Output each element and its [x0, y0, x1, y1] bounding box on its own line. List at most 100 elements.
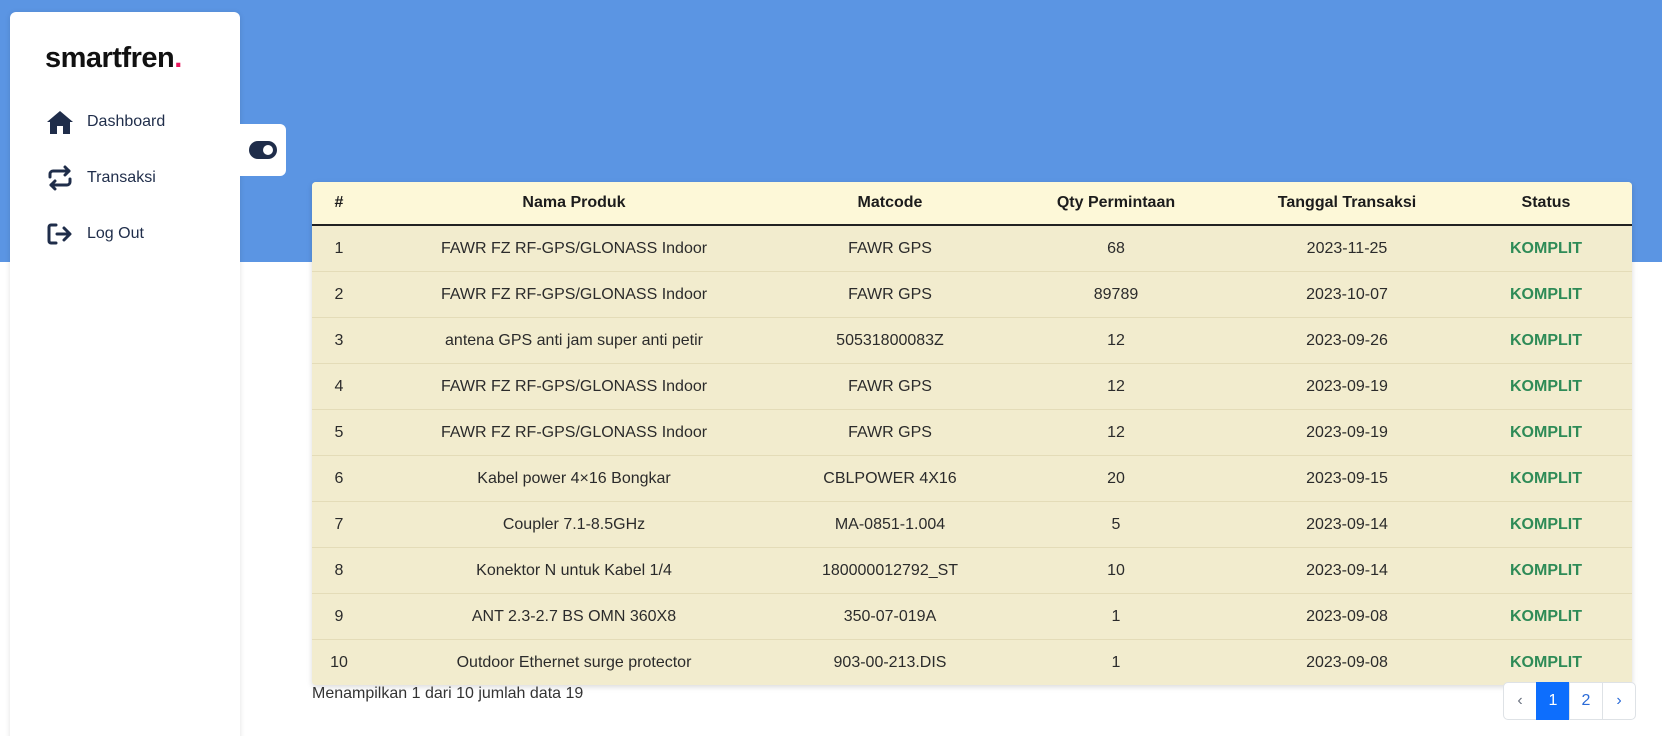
cell-matcode: CBLPOWER 4X16: [782, 455, 998, 502]
cell-number: 7: [312, 501, 366, 548]
cell-nama-produk: FAWR FZ RF-GPS/GLONASS Indoor: [366, 409, 782, 456]
table-row: 7 Coupler 7.1-8.5GHz MA-0851-1.004 5 202…: [312, 501, 1632, 548]
cell-nama-produk: Coupler 7.1-8.5GHz: [366, 501, 782, 548]
pagination-summary: Menampilkan 1 dari 10 jumlah data 19: [312, 685, 584, 702]
table-row: 8 Konektor N untuk Kabel 1/4 18000001279…: [312, 547, 1632, 594]
table-row: 6 Kabel power 4×16 Bongkar CBLPOWER 4X16…: [312, 455, 1632, 502]
cell-number: 2: [312, 271, 366, 318]
cell-status: KOMPLIT: [1460, 593, 1632, 640]
cell-matcode: 180000012792_ST: [782, 547, 998, 594]
cell-qty: 89789: [998, 271, 1234, 318]
pagination-next-button[interactable]: ›: [1602, 682, 1636, 720]
cell-nama-produk: FAWR FZ RF-GPS/GLONASS Indoor: [366, 363, 782, 410]
transactions-table-container: # Nama Produk Matcode Qty Permintaan Tan…: [312, 182, 1632, 685]
cell-qty: 12: [998, 363, 1234, 410]
column-header-nama-produk: Nama Produk: [366, 182, 782, 226]
pagination-page-1[interactable]: 1: [1536, 682, 1570, 720]
table-header-row: # Nama Produk Matcode Qty Permintaan Tan…: [312, 182, 1632, 226]
cell-tanggal: 2023-09-14: [1234, 501, 1460, 548]
cell-tanggal: 2023-11-25: [1234, 225, 1460, 272]
cell-tanggal: 2023-10-07: [1234, 271, 1460, 318]
cell-status: KOMPLIT: [1460, 225, 1632, 272]
pagination-page-2[interactable]: 2: [1569, 682, 1603, 720]
cell-qty: 1: [1111, 653, 1121, 671]
table-row: 3 antena GPS anti jam super anti petir 5…: [312, 317, 1632, 364]
cell-tanggal: 2023-09-15: [1234, 455, 1460, 502]
cell-tanggal: 2023-09-08: [1306, 653, 1388, 671]
column-header-matcode: Matcode: [782, 182, 998, 226]
sidebar-item-logout[interactable]: Log Out: [45, 216, 144, 252]
swap-icon: [45, 163, 75, 193]
cell-qty: 12: [998, 409, 1234, 456]
cell-number: 1: [312, 225, 366, 272]
pagination: ‹ 1 2 ›: [1503, 682, 1636, 720]
cell-matcode: FAWR GPS: [782, 363, 998, 410]
table-row: 10 Outdoor Ethernet surge protector 903-…: [312, 640, 1632, 686]
cell-qty: 1: [998, 593, 1234, 640]
sidebar-toggle[interactable]: [240, 124, 286, 176]
cell-tanggal: 2023-09-08: [1234, 593, 1460, 640]
cell-status: KOMPLIT: [1460, 547, 1632, 594]
table-row: 1 FAWR FZ RF-GPS/GLONASS Indoor FAWR GPS…: [312, 225, 1632, 272]
cell-status: KOMPLIT: [1510, 653, 1582, 671]
sidebar-item-label: Dashboard: [87, 113, 166, 130]
cell-nama-produk: FAWR FZ RF-GPS/GLONASS Indoor: [366, 225, 782, 272]
brand-name: smartfren: [45, 42, 175, 74]
cell-nama-produk: Konektor N untuk Kabel 1/4: [366, 547, 782, 594]
sidebar-item-dashboard[interactable]: Dashboard: [45, 104, 165, 140]
cell-qty: 12: [998, 317, 1234, 364]
column-header-number: #: [312, 182, 366, 226]
cell-number: 10: [330, 653, 348, 671]
home-icon: [45, 107, 75, 137]
cell-tanggal: 2023-09-19: [1234, 363, 1460, 410]
cell-matcode: MA-0851-1.004: [782, 501, 998, 548]
table-row: 4 FAWR FZ RF-GPS/GLONASS Indoor FAWR GPS…: [312, 363, 1632, 410]
toggle-icon: [249, 141, 277, 159]
cell-nama-produk: Kabel power 4×16 Bongkar: [366, 455, 782, 502]
cell-status: KOMPLIT: [1460, 501, 1632, 548]
cell-nama-produk: ANT 2.3-2.7 BS OMN 360X8: [366, 593, 782, 640]
cell-number: 8: [312, 547, 366, 594]
cell-nama-produk: Outdoor Ethernet surge protector: [456, 653, 692, 671]
cell-qty: 5: [998, 501, 1234, 548]
cell-number: 6: [312, 455, 366, 502]
cell-matcode: FAWR GPS: [782, 225, 998, 272]
column-header-tanggal: Tanggal Transaksi: [1234, 182, 1460, 226]
sidebar: smartfren. Dashboard Transaksi Log Out: [10, 12, 240, 736]
cell-status: KOMPLIT: [1460, 409, 1632, 456]
cell-matcode: FAWR GPS: [782, 271, 998, 318]
cell-matcode: FAWR GPS: [782, 409, 998, 456]
cell-number: 3: [312, 317, 366, 364]
brand-logo[interactable]: smartfren.: [45, 42, 182, 75]
brand-dot: .: [174, 42, 182, 74]
column-header-status: Status: [1460, 182, 1632, 226]
sidebar-item-label: Log Out: [87, 225, 144, 242]
cell-number: 4: [312, 363, 366, 410]
cell-tanggal: 2023-09-14: [1234, 547, 1460, 594]
table-row: 9 ANT 2.3-2.7 BS OMN 360X8 350-07-019A 1…: [312, 593, 1632, 640]
sidebar-item-label: Transaksi: [87, 169, 156, 186]
table-row: 5 FAWR FZ RF-GPS/GLONASS Indoor FAWR GPS…: [312, 409, 1632, 456]
pagination-prev-button[interactable]: ‹: [1503, 682, 1537, 720]
cell-matcode: 350-07-019A: [782, 593, 998, 640]
cell-tanggal: 2023-09-26: [1234, 317, 1460, 364]
sidebar-item-transaksi[interactable]: Transaksi: [45, 160, 156, 196]
transactions-table: # Nama Produk Matcode Qty Permintaan Tan…: [312, 182, 1632, 685]
cell-nama-produk: antena GPS anti jam super anti petir: [366, 317, 782, 364]
cell-qty: 68: [998, 225, 1234, 272]
table-row: 2 FAWR FZ RF-GPS/GLONASS Indoor FAWR GPS…: [312, 271, 1632, 318]
cell-matcode: 50531800083Z: [782, 317, 998, 364]
cell-status: KOMPLIT: [1460, 455, 1632, 502]
cell-qty: 10: [998, 547, 1234, 594]
cell-qty: 20: [998, 455, 1234, 502]
cell-status: KOMPLIT: [1460, 363, 1632, 410]
cell-tanggal: 2023-09-19: [1234, 409, 1460, 456]
cell-number: 5: [312, 409, 366, 456]
cell-matcode: 903-00-213.DIS: [833, 653, 947, 671]
cell-status: KOMPLIT: [1460, 317, 1632, 364]
cell-number: 9: [312, 593, 366, 640]
cell-status: KOMPLIT: [1460, 271, 1632, 318]
logout-icon: [45, 219, 75, 249]
column-header-qty: Qty Permintaan: [998, 182, 1234, 226]
cell-nama-produk: FAWR FZ RF-GPS/GLONASS Indoor: [366, 271, 782, 318]
